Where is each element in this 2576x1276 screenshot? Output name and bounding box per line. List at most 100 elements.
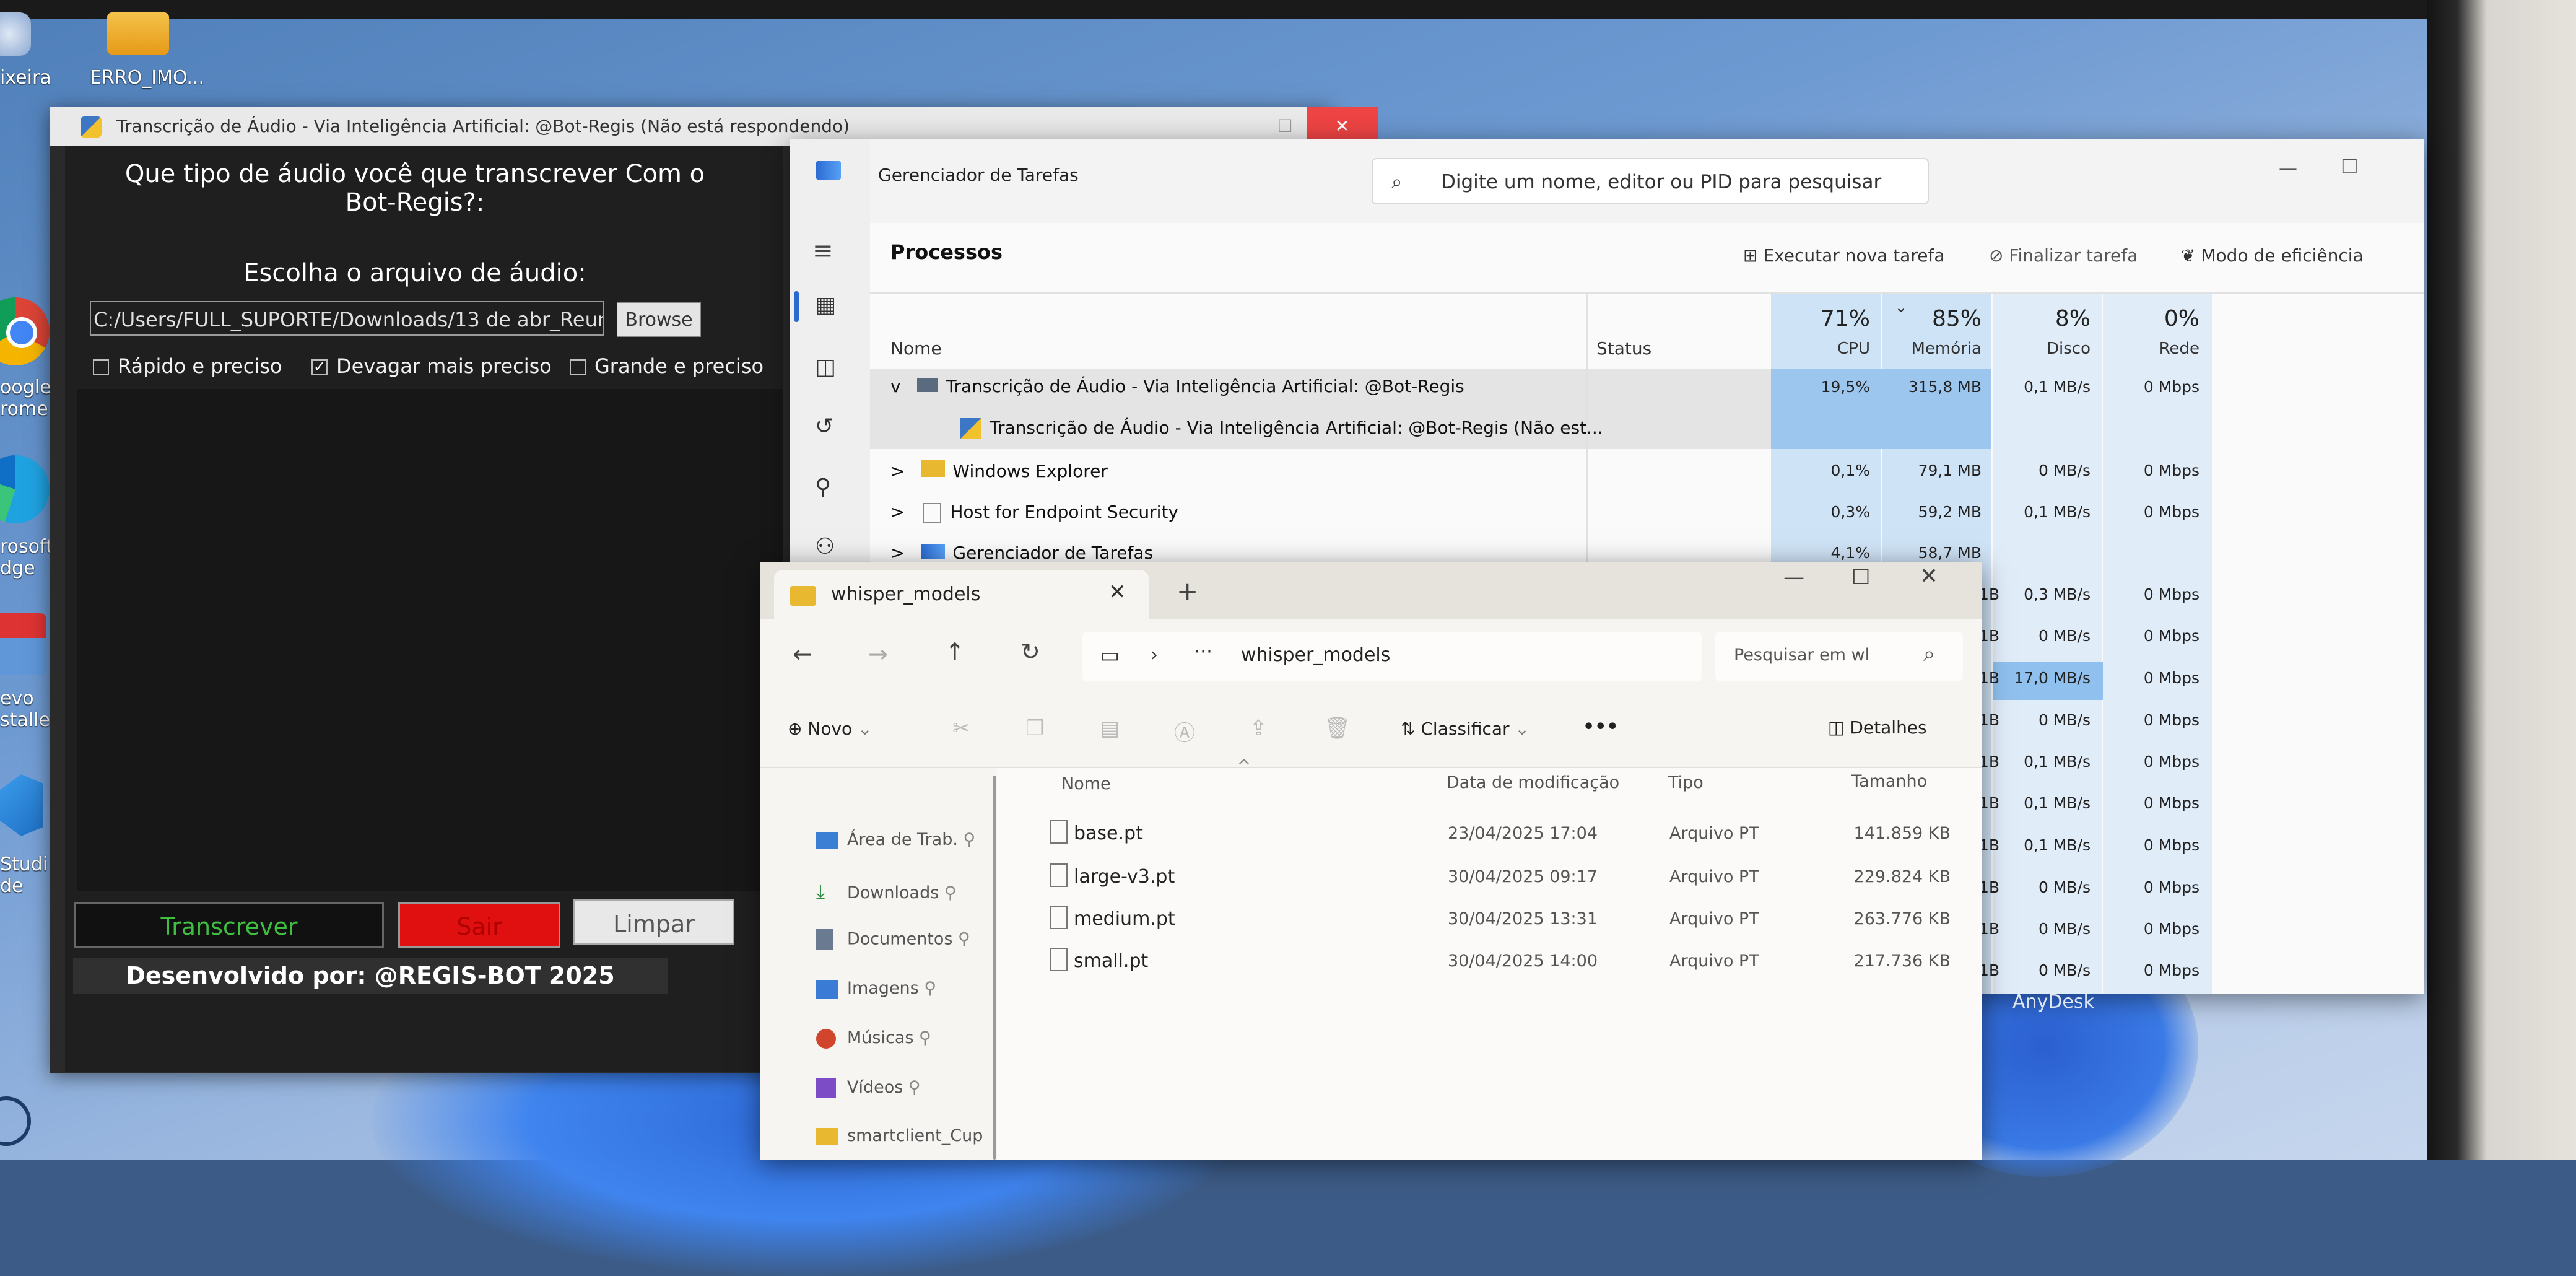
nav-scrollbar[interactable]: [993, 776, 996, 1160]
col-header-modified[interactable]: Data de modificação: [1447, 773, 1619, 792]
collapse-chevron-icon[interactable]: v: [890, 376, 901, 396]
task-manager-logo-icon: [816, 161, 841, 180]
breadcrumb-folder[interactable]: whisper_models: [1241, 644, 1390, 666]
nav-label: Músicas: [847, 1028, 914, 1047]
maximize-icon[interactable]: ☐: [2341, 155, 2359, 178]
address-bar[interactable]: ▭ › ⋯ whisper_models: [1082, 632, 1702, 681]
users-nav-icon[interactable]: ⚇: [815, 534, 835, 559]
maximize-icon[interactable]: ☐: [1852, 565, 1870, 590]
checkbox[interactable]: [93, 359, 109, 375]
option-label: Devagar mais preciso: [336, 354, 552, 378]
nav-item-downloads[interactable]: ⤓ Downloads ⚲: [816, 880, 957, 904]
network-total: 0%: [2164, 306, 2200, 331]
sort-button[interactable]: ⇅ Classificar ⌄: [1401, 719, 1530, 739]
network-cell: 0 Mbps: [2143, 585, 2200, 603]
breadcrumb-more-icon[interactable]: ⋯: [1194, 640, 1212, 662]
network-cell: 0 Mbps: [2143, 920, 2200, 938]
file-name: small.pt: [1074, 950, 1149, 972]
process-search-input[interactable]: ⌕ Digite um nome, editor ou PID para pes…: [1372, 158, 1929, 204]
col-cpu[interactable]: CPU: [1783, 339, 1870, 358]
more-options-button[interactable]: •••: [1583, 716, 1619, 738]
back-arrow-icon[interactable]: ←: [793, 640, 812, 668]
processes-nav-icon[interactable]: ▦: [815, 292, 836, 318]
hamburger-menu-icon[interactable]: ≡: [812, 237, 833, 265]
option-slow[interactable]: ✓ Devagar mais preciso: [311, 354, 552, 378]
table-row[interactable]: > Host for Endpoint Security: [890, 502, 1178, 523]
pin-icon: ⚲: [957, 830, 976, 849]
option-fast[interactable]: Rápido e preciso: [93, 354, 282, 378]
expand-chevron-icon[interactable]: >: [890, 502, 905, 522]
performance-nav-icon[interactable]: ◫: [815, 354, 836, 380]
history-nav-icon[interactable]: ↺: [815, 414, 833, 439]
limpar-button[interactable]: Limpar: [573, 899, 734, 945]
cut-icon[interactable]: ✂: [952, 716, 970, 741]
nav-item-images[interactable]: Imagens ⚲: [816, 979, 936, 999]
file-row[interactable]: large-v3.pt 30/04/2025 09:17 Arquivo PT …: [1046, 860, 1975, 898]
table-row[interactable]: v Transcrição de Áudio - Via Inteligênci…: [890, 376, 1464, 396]
download-icon: ⤓: [816, 880, 825, 903]
disk-cell: 0 MB/s: [2038, 627, 2091, 645]
new-tab-icon[interactable]: +: [1177, 576, 1198, 606]
efficiency-mode-button[interactable]: ❦ Modo de eficiência: [2181, 245, 2364, 266]
checkbox-checked[interactable]: ✓: [311, 359, 328, 375]
share-icon[interactable]: ⇪: [1250, 716, 1268, 741]
col-disk[interactable]: Disco: [2004, 339, 2091, 358]
option-large[interactable]: Grande e preciso: [570, 354, 764, 378]
table-row[interactable]: > Windows Explorer: [890, 460, 1108, 481]
network-cell: 0 Mbps: [2143, 627, 2200, 645]
file-row[interactable]: base.pt 23/04/2025 17:04 Arquivo PT 141.…: [1046, 816, 1975, 855]
forward-arrow-icon[interactable]: →: [868, 640, 888, 668]
paste-icon[interactable]: ▤: [1100, 716, 1120, 741]
end-task-button[interactable]: ⊘ Finalizar tarefa: [1989, 245, 2138, 266]
copy-icon[interactable]: ❐: [1025, 716, 1044, 741]
table-row[interactable]: > Gerenciador de Tarefas: [890, 543, 1153, 563]
file-modified: 30/04/2025 13:31: [1448, 909, 1598, 929]
new-button[interactable]: ⊕ Novo ⌄: [788, 719, 872, 739]
minimize-icon[interactable]: —: [2279, 158, 2297, 180]
expand-chevron-icon[interactable]: >: [890, 543, 905, 563]
close-icon[interactable]: ✕: [1920, 564, 1938, 589]
nav-item-desktop[interactable]: Área de Trab. ⚲: [816, 830, 975, 849]
option-label: Grande e preciso: [594, 354, 764, 378]
nav-item-smartclient[interactable]: smartclient_Cup: [816, 1126, 983, 1145]
minimize-icon[interactable]: —: [1783, 565, 1804, 590]
nav-item-videos[interactable]: Vídeos ⚲: [816, 1078, 921, 1098]
document-icon: [816, 929, 833, 950]
app-icon: [917, 378, 939, 392]
col-header-size[interactable]: Tamanho: [1852, 772, 1927, 791]
run-new-task-button[interactable]: ⊞ Executar nova tarefa: [1743, 245, 1944, 266]
checkbox[interactable]: [570, 359, 586, 375]
expand-chevron-icon[interactable]: >: [890, 461, 905, 481]
col-header-type[interactable]: Tipo: [1668, 773, 1704, 792]
startup-nav-icon[interactable]: ⚲: [815, 474, 831, 500]
refresh-icon[interactable]: ↻: [1020, 638, 1040, 665]
delete-icon[interactable]: 🗑: [1324, 716, 1351, 741]
up-arrow-icon[interactable]: ↑: [945, 638, 965, 665]
sair-button[interactable]: Sair: [398, 902, 560, 948]
explorer-search-input[interactable]: Pesquisar em wl ⌕: [1715, 632, 1963, 681]
network-cell: 0 Mbps: [2143, 836, 2200, 854]
col-memory[interactable]: Memória: [1895, 339, 1982, 358]
col-network[interactable]: Rede: [2113, 339, 2200, 358]
memory-cell: 59,2 MB: [1918, 503, 1982, 521]
transcription-output[interactable]: [77, 389, 783, 891]
nav-item-music[interactable]: Músicas ⚲: [816, 1028, 931, 1049]
rename-icon[interactable]: Ⓐ: [1174, 716, 1195, 746]
transcrever-button[interactable]: Transcrever: [74, 902, 384, 948]
browse-button[interactable]: Browse: [617, 302, 701, 337]
nav-item-documents[interactable]: Documentos ⚲: [816, 929, 970, 950]
disk-cell: 0,3 MB/s: [2024, 585, 2091, 603]
close-tab-icon[interactable]: ✕: [1108, 580, 1126, 605]
file-row[interactable]: medium.pt 30/04/2025 13:31 Arquivo PT 26…: [1046, 902, 1975, 940]
file-row[interactable]: small.pt 30/04/2025 14:00 Arquivo PT 217…: [1046, 944, 1975, 982]
file-path-input[interactable]: C:/Users/FULL_SUPORTE/Downloads/13 de ab…: [90, 301, 604, 336]
col-header-name[interactable]: Nome: [1061, 774, 1111, 793]
col-status[interactable]: Status: [1596, 338, 1651, 359]
col-name[interactable]: Nome: [890, 338, 942, 359]
network-cell: 0 Mbps: [2143, 669, 2200, 687]
details-button[interactable]: ◫ Detalhes: [1828, 717, 1927, 738]
table-row-child[interactable]: Transcrição de Áudio - Via Inteligência …: [960, 417, 1603, 439]
disk-cell: 0 MB/s: [2038, 961, 2091, 979]
explorer-tab[interactable]: whisper_models ✕: [774, 570, 1149, 619]
folder-icon: [107, 12, 169, 55]
